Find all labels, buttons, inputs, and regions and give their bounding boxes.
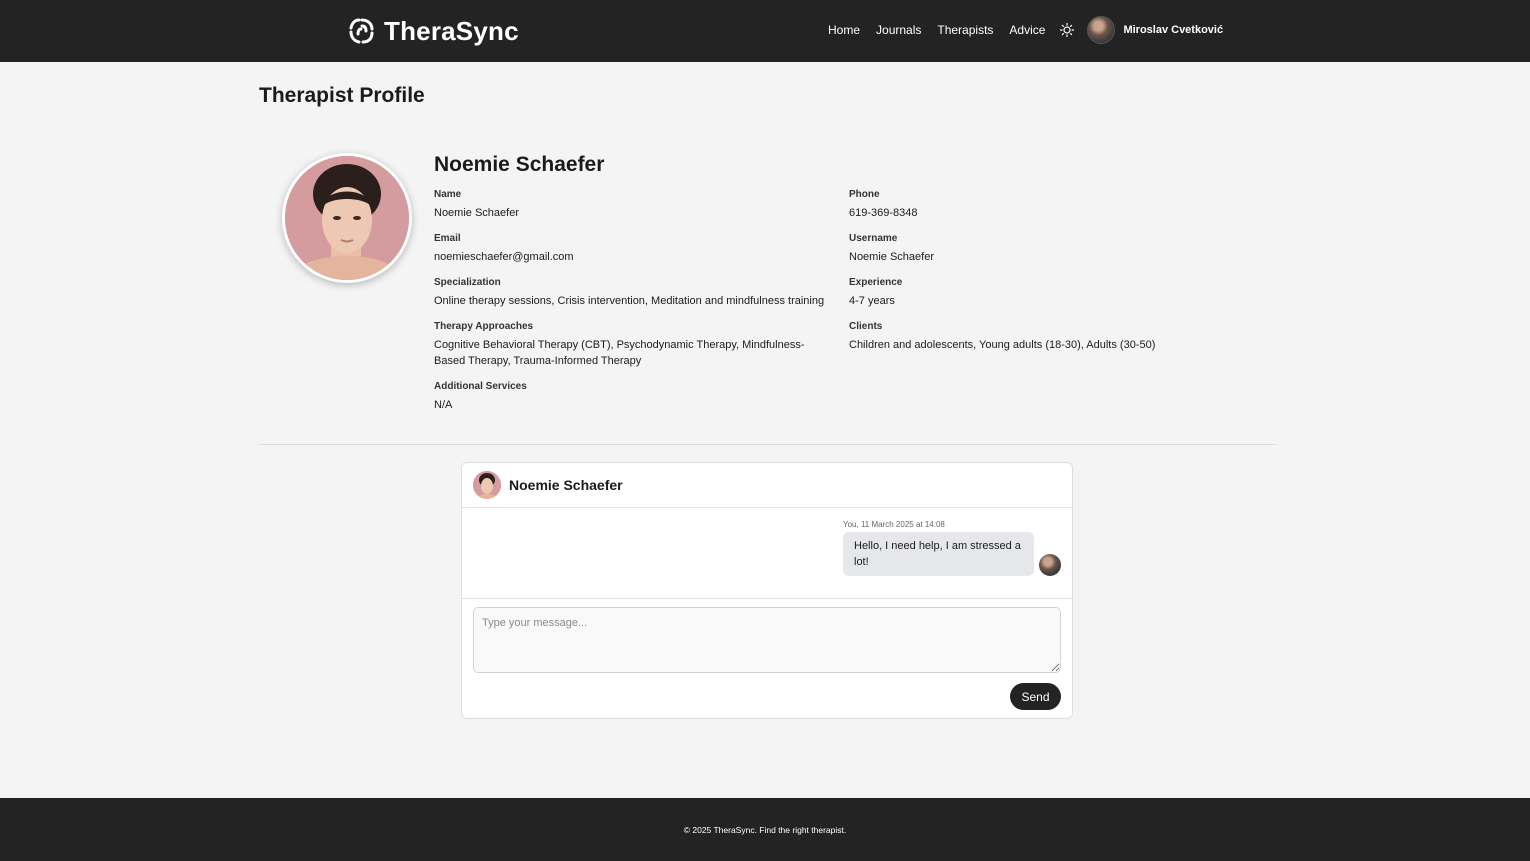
field-specialization-label: Specialization [434, 277, 501, 288]
page-footer: © 2025 TheraSync. Find the right therapi… [0, 798, 1530, 861]
chat-composer-divider [462, 598, 1072, 599]
user-avatar [1087, 16, 1116, 44]
field-phone-value: 619-369-8348 [849, 207, 918, 219]
field-clients-value: Children and adolescents, Young adults (… [849, 339, 1156, 351]
main-nav: Home Journals Therapists Advice Miroslav… [828, 16, 1223, 44]
therapist-name-heading: Noemie Schaefer [434, 153, 605, 176]
user-menu[interactable]: Miroslav Cvetković [1087, 16, 1223, 44]
send-button[interactable]: Send [1010, 683, 1061, 710]
field-email: Email noemieschaefer@gmail.com [434, 233, 834, 265]
field-phone: Phone 619-369-8348 [849, 189, 1249, 221]
user-name: Miroslav Cvetković [1123, 24, 1224, 36]
field-experience-label: Experience [849, 277, 903, 288]
chat-title: Noemie Schaefer [509, 477, 623, 493]
field-clients: Clients Children and adolescents, Young … [849, 321, 1249, 353]
field-therapy-approaches-label: Therapy Approaches [434, 321, 534, 332]
nav-therapists[interactable]: Therapists [937, 23, 993, 37]
field-clients-label: Clients [849, 321, 883, 332]
theme-toggle-sun-icon[interactable] [1059, 22, 1075, 38]
chat-card: Noemie Schaefer You, 11 March 2025 at 14… [461, 462, 1073, 719]
chat-therapist-avatar [473, 471, 501, 499]
field-experience-value: 4-7 years [849, 295, 895, 307]
page-title: Therapist Profile [259, 84, 425, 107]
field-phone-label: Phone [849, 189, 880, 200]
therapist-photo [282, 153, 412, 283]
field-username: Username Noemie Schaefer [849, 233, 1249, 265]
field-name-value: Noemie Schaefer [434, 207, 519, 219]
message-bubble: Hello, I need help, I am stressed a lot! [843, 532, 1034, 576]
brand-logo-link[interactable]: TheraSync [348, 13, 519, 49]
field-email-value: noemieschaefer@gmail.com [434, 251, 574, 263]
field-therapy-approaches-value: Cognitive Behavioral Therapy (CBT), Psyc… [434, 339, 805, 367]
nav-home[interactable]: Home [828, 23, 860, 37]
field-specialization-value: Online therapy sessions, Crisis interven… [434, 295, 825, 307]
field-name: Name Noemie Schaefer [434, 189, 834, 221]
top-navbar: TheraSync Home Journals Therapists Advic… [0, 0, 1530, 62]
therasync-logo-icon [349, 18, 374, 44]
field-username-label: Username [849, 233, 898, 244]
field-additional-services: Additional Services N/A [434, 381, 834, 413]
brand-name: TheraSync [384, 15, 519, 46]
section-divider [259, 444, 1275, 445]
nav-advice[interactable]: Advice [1009, 23, 1045, 37]
nav-journals[interactable]: Journals [876, 23, 921, 37]
field-experience: Experience 4-7 years [849, 277, 1249, 309]
field-additional-services-value: N/A [434, 399, 453, 411]
field-additional-services-label: Additional Services [434, 381, 527, 392]
field-name-label: Name [434, 189, 462, 200]
footer-copyright: © 2025 TheraSync. Find the right therapi… [683, 824, 847, 835]
chat-header: Noemie Schaefer [462, 463, 1072, 508]
field-username-value: Noemie Schaefer [849, 251, 934, 263]
message-input[interactable] [473, 607, 1061, 673]
message-meta: You, 11 March 2025 at 14:08 [843, 520, 945, 529]
message-sender-avatar [1039, 554, 1061, 576]
field-specialization: Specialization Online therapy sessions, … [434, 277, 834, 309]
field-email-label: Email [434, 233, 461, 244]
field-therapy-approaches: Therapy Approaches Cognitive Behavioral … [434, 321, 834, 369]
